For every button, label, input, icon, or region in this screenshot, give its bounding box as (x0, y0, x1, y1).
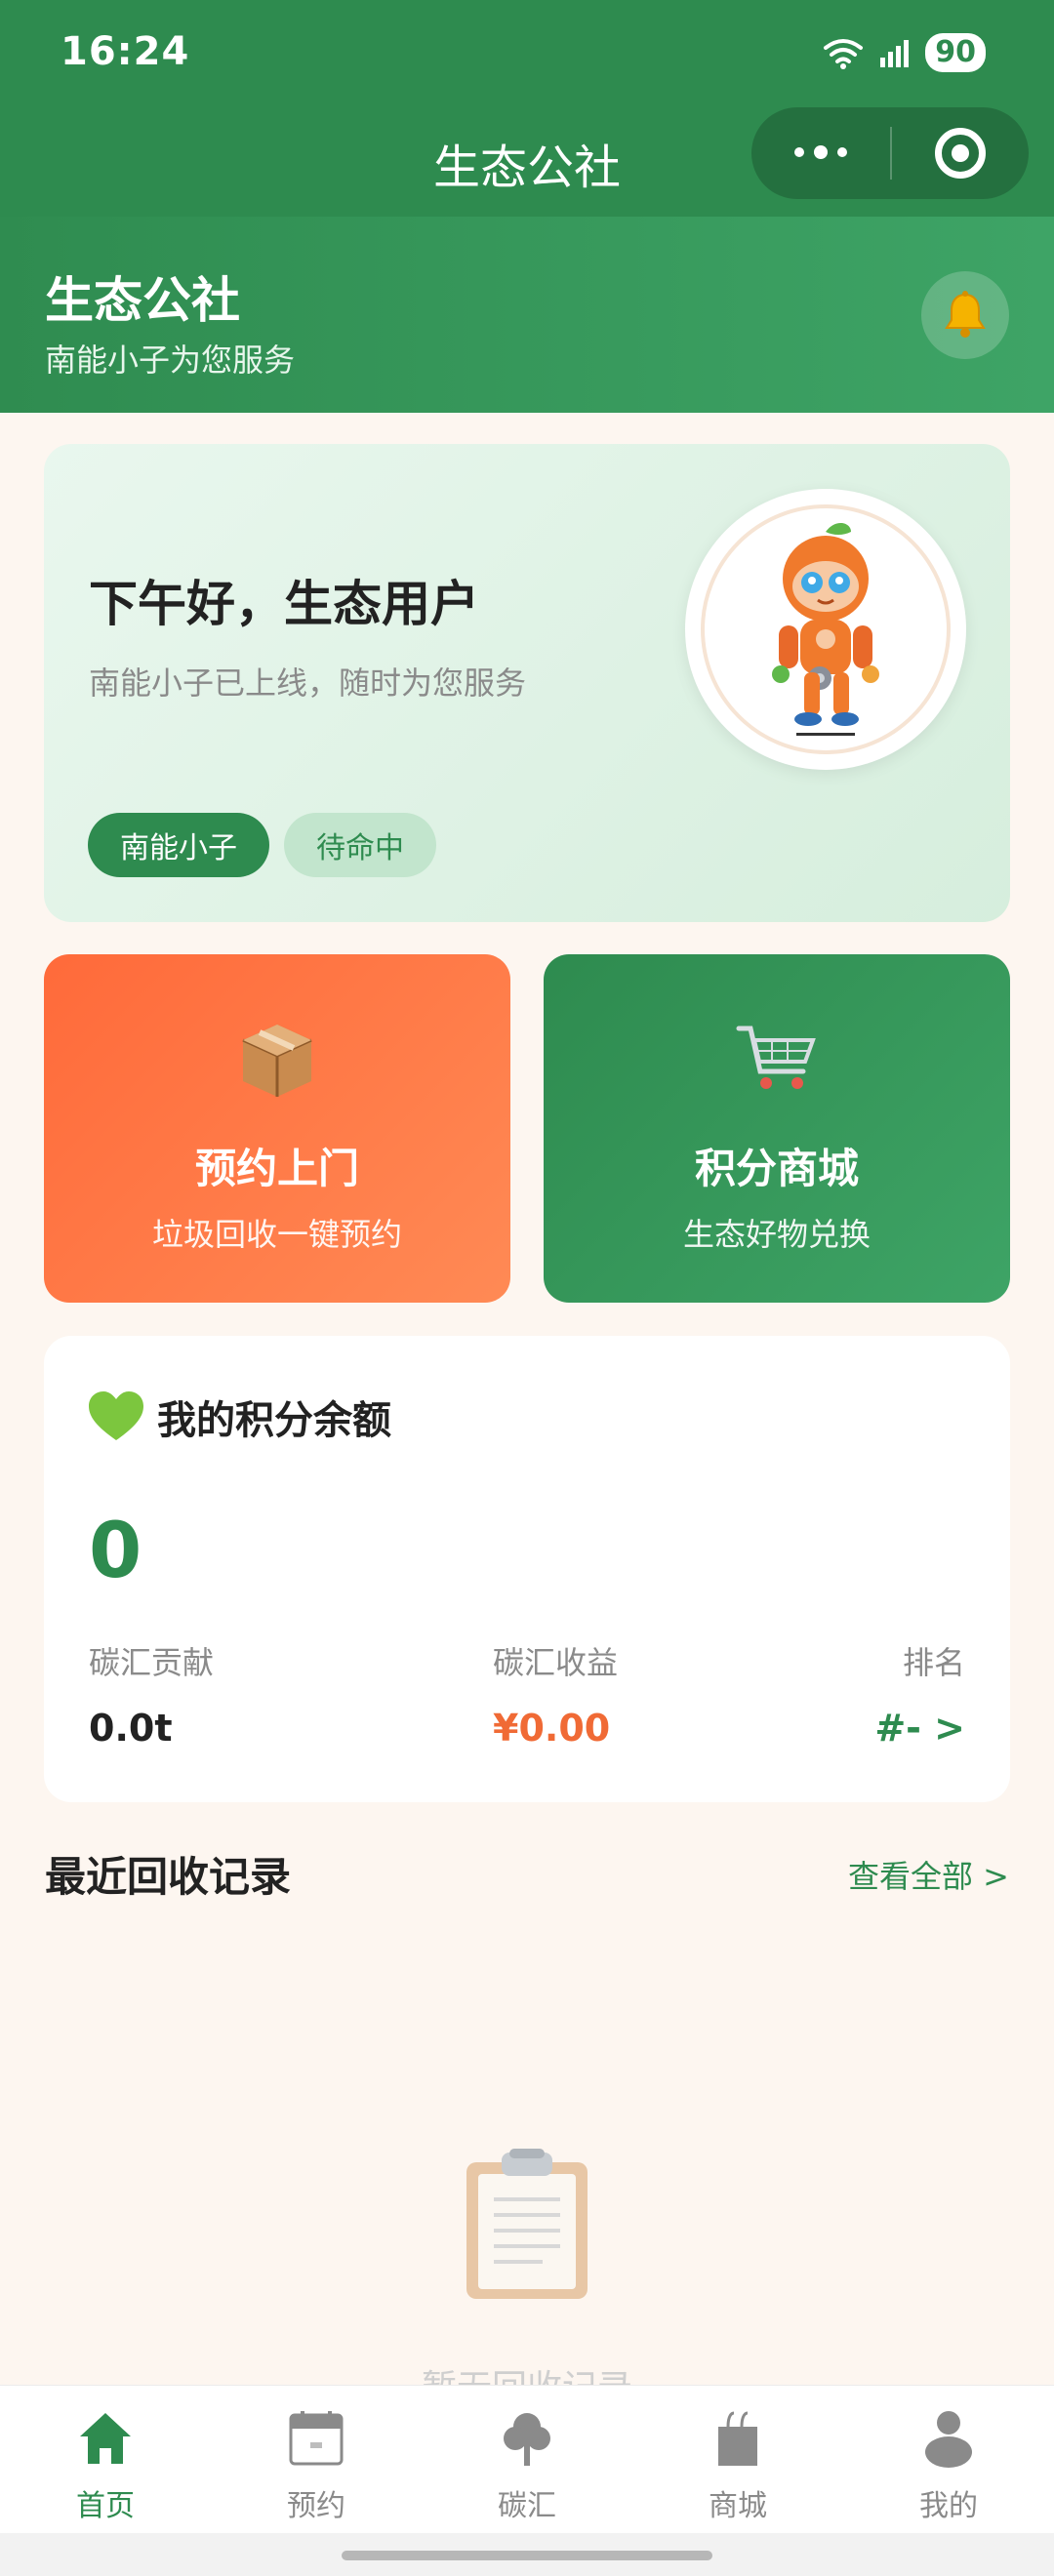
points-balance-card: 我的积分余额 0 碳汇贡献 0.0t 碳汇收益 ¥0.00 排名 #- > (44, 1336, 1010, 1802)
green-heart-icon (89, 1391, 143, 1440)
more-icon[interactable] (751, 145, 890, 159)
assistant-status-tag: 待命中 (284, 813, 436, 877)
bottom-tab-bar: 首页 预约 碳汇 商城 我的 (0, 2385, 1054, 2533)
book-pickup-title: 预约上门 (194, 1145, 359, 1192)
nav-bar: 生态公社 (0, 107, 1054, 217)
points-mall-button[interactable]: 积分商城 生态好物兑换 (544, 954, 1010, 1303)
assistant-avatar[interactable] (685, 489, 966, 770)
view-all-link[interactable]: 查看全部 > (848, 1852, 1009, 1897)
tab-mall[interactable]: 商城 (632, 2386, 843, 2533)
book-pickup-button[interactable]: 预约上门 垃圾回收一键预约 (44, 954, 510, 1303)
points-title: 我的积分余额 (157, 1398, 391, 1443)
home-indicator-area (0, 2533, 1054, 2576)
tree-icon (493, 2407, 561, 2470)
carbon-income-label: 碳汇收益 (493, 1644, 619, 1681)
tab-profile[interactable]: 我的 (843, 2386, 1054, 2533)
welcome-card: 下午好，生态用户 南能小子已上线，随时为您服务 南能小子 待命中 (44, 444, 1010, 922)
tab-label-carbon: 碳汇 (498, 2489, 556, 2523)
points-mall-title: 积分商城 (694, 1145, 859, 1192)
points-value: 0 (89, 1508, 142, 1595)
user-icon (914, 2407, 983, 2470)
greeting-title: 下午好，生态用户 (89, 576, 479, 632)
package-icon (44, 1013, 510, 1101)
header-subtitle: 南能小子为您服务 (45, 342, 296, 379)
status-time: 16:24 (61, 29, 190, 74)
header-title: 生态公社 (45, 272, 240, 329)
carbon-contribution-label: 碳汇贡献 (89, 1644, 215, 1681)
robot-mascot-icon (772, 522, 879, 736)
home-icon (71, 2407, 140, 2470)
wifi-icon (824, 39, 864, 69)
points-header: 我的积分余额 (87, 1389, 391, 1445)
tab-booking[interactable]: 预约 (211, 2386, 422, 2533)
tab-label-home: 首页 (76, 2489, 135, 2523)
carbon-income-value: ¥0.00 (493, 1707, 611, 1750)
close-mini-program-icon[interactable] (892, 128, 1029, 179)
status-icons: 90 (822, 33, 986, 72)
mini-program-capsule (751, 107, 1029, 199)
tab-label-profile: 我的 (919, 2489, 978, 2523)
greeting-subtitle: 南能小子已上线，随时为您服务 (89, 664, 527, 702)
clipboard-icon (466, 2149, 588, 2299)
carbon-contribution-value: 0.0t (89, 1707, 173, 1750)
tab-carbon[interactable]: 碳汇 (422, 2386, 632, 2533)
tab-home[interactable]: 首页 (0, 2386, 211, 2533)
recent-records-title: 最近回收记录 (45, 1853, 292, 1901)
tab-label-booking: 预约 (287, 2489, 345, 2523)
notification-button[interactable] (921, 271, 1009, 359)
home-indicator[interactable] (342, 2551, 712, 2560)
calendar-icon (282, 2407, 350, 2470)
tab-label-mall: 商城 (709, 2489, 767, 2523)
bell-icon (945, 291, 986, 338)
ranking-label: 排名 (902, 1644, 965, 1681)
book-pickup-subtitle: 垃圾回收一键预约 (151, 1216, 402, 1253)
battery-indicator: 90 (925, 33, 986, 72)
assistant-name-tag: 南能小子 (88, 813, 269, 877)
status-bar: 16:24 90 (0, 0, 1054, 107)
shopping-bag-icon (704, 2407, 772, 2470)
points-mall-subtitle: 生态好物兑换 (682, 1216, 871, 1253)
signal-icon (880, 40, 910, 67)
header-band: 生态公社 南能小子为您服务 (0, 217, 1054, 413)
shopping-cart-icon (544, 1013, 1010, 1101)
ranking-link[interactable]: #- > (874, 1707, 965, 1750)
